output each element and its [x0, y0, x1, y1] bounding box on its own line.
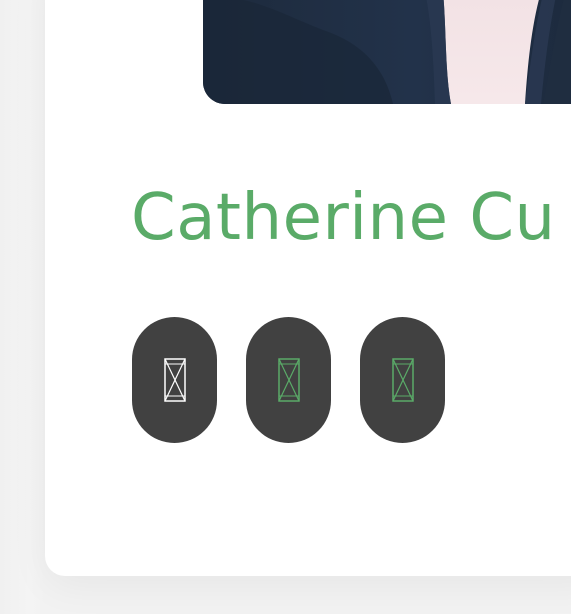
social-button-2[interactable] — [246, 317, 331, 443]
profile-photo — [203, 0, 571, 104]
missing-glyph-icon — [277, 358, 300, 402]
social-button-3[interactable] — [360, 317, 445, 443]
profile-name: Catherine Cu — [131, 181, 556, 255]
social-button-1[interactable] — [132, 317, 217, 443]
profile-photo-image — [203, 0, 571, 104]
missing-glyph-icon — [391, 358, 414, 402]
page: Catherine Cu — [0, 0, 571, 614]
profile-card: Catherine Cu — [45, 0, 571, 576]
missing-glyph-icon — [163, 358, 186, 402]
social-links — [132, 317, 445, 443]
